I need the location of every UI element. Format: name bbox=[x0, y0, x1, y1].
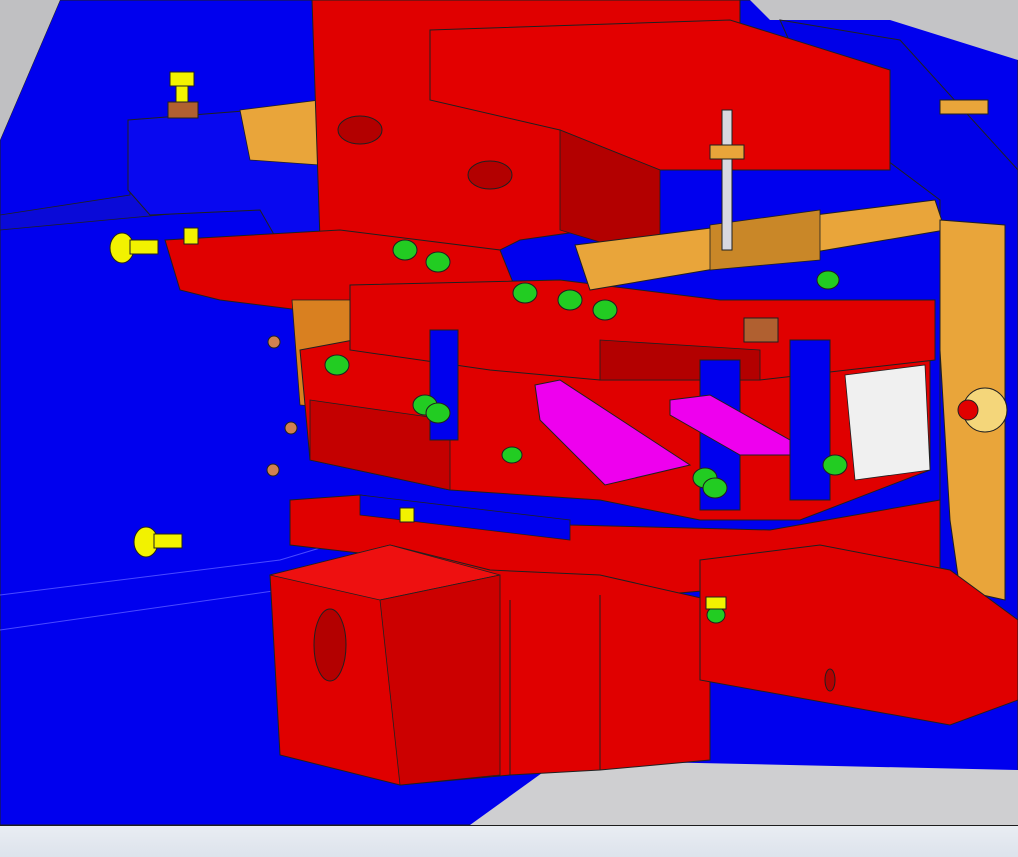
status-bar bbox=[0, 825, 1018, 857]
white-window bbox=[844, 364, 931, 481]
upper-slot-2 bbox=[467, 160, 513, 190]
cube-bore bbox=[313, 608, 347, 682]
plate-hole bbox=[266, 463, 280, 477]
pin-collar[interactable] bbox=[709, 144, 745, 160]
bolt-head[interactable] bbox=[816, 270, 840, 290]
3d-viewport[interactable] bbox=[0, 0, 1018, 825]
plate-hole bbox=[284, 421, 298, 435]
pin-collar-2[interactable] bbox=[743, 317, 779, 343]
vertical-pin[interactable] bbox=[721, 109, 733, 251]
yellow-block-2[interactable] bbox=[183, 227, 199, 245]
yellow-block[interactable] bbox=[399, 507, 415, 523]
wedge-hole bbox=[824, 668, 836, 692]
bolt-head[interactable] bbox=[702, 477, 728, 499]
yellow-block-3[interactable] bbox=[705, 596, 727, 610]
bolt-head[interactable] bbox=[501, 446, 523, 464]
bolt-head[interactable] bbox=[592, 299, 618, 321]
cad-application bbox=[0, 0, 1018, 857]
guide-post-2[interactable] bbox=[789, 339, 831, 501]
yellow-pin-2-shaft[interactable] bbox=[153, 533, 183, 549]
bolt-head[interactable] bbox=[822, 454, 848, 476]
upper-slot bbox=[337, 115, 383, 145]
yellow-screw[interactable] bbox=[169, 71, 195, 87]
bolt-head[interactable] bbox=[425, 402, 451, 424]
brown-nut[interactable] bbox=[167, 101, 199, 119]
bolt-head[interactable] bbox=[425, 251, 451, 273]
guide-post-3[interactable] bbox=[429, 329, 459, 441]
assembly-model[interactable] bbox=[0, 0, 1018, 825]
bolt-head[interactable] bbox=[512, 282, 538, 304]
orange-stud-right[interactable] bbox=[939, 99, 989, 115]
yellow-pin-shaft[interactable] bbox=[129, 239, 159, 255]
bolt-head[interactable] bbox=[324, 354, 350, 376]
tan-bracket-left[interactable] bbox=[239, 99, 321, 166]
bolt-head[interactable] bbox=[557, 289, 583, 311]
plate-hole bbox=[267, 335, 281, 349]
bottom-red-cube-front bbox=[379, 574, 501, 786]
red-knob[interactable] bbox=[957, 399, 979, 421]
bolt-head[interactable] bbox=[392, 239, 418, 261]
